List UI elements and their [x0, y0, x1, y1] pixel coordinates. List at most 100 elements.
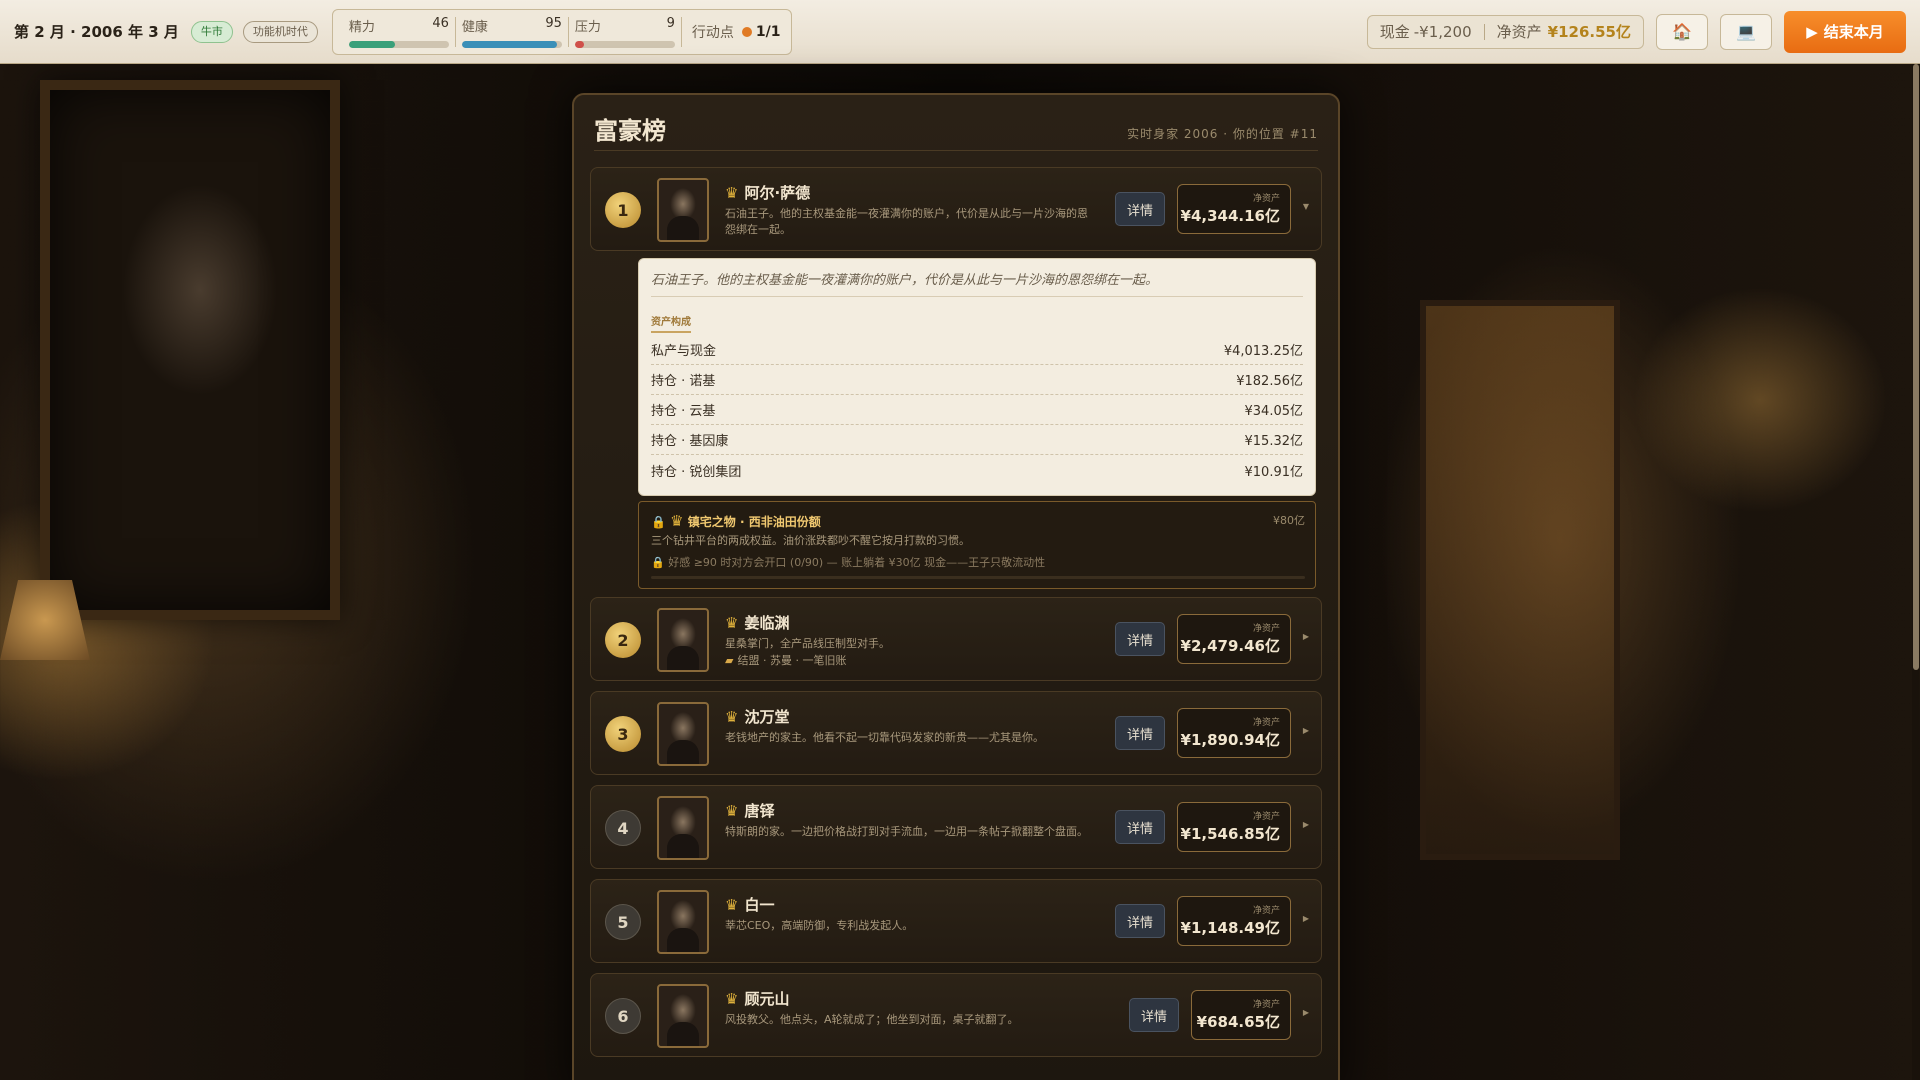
networth-box: 净资产 ¥684.65亿 — [1191, 990, 1291, 1040]
rich-list-row[interactable]: 4 ♛ 唐铎 特斯朗的家。一边把价格战打到对手流血，一边用一条帖子掀翻整个盘面。 … — [590, 785, 1322, 869]
end-month-button[interactable]: ▶ 结束本月 — [1784, 10, 1906, 53]
avatar — [657, 608, 709, 672]
divider — [1483, 23, 1485, 40]
asset-section-title: 资产构成 — [651, 313, 691, 333]
detail-button[interactable]: 详情 — [1115, 716, 1165, 750]
rich-list-row[interactable]: 6 ♛ 顾元山 风投教父。他点头，A轮就成了；他坐到对面，桌子就翻了。 详情 净资… — [590, 973, 1322, 1057]
person-description: 特斯朗的家。一边把价格战打到对手流血，一边用一条帖子掀翻整个盘面。 — [725, 825, 1088, 838]
name-line: ♛ 沈万堂 — [725, 706, 789, 727]
detail-button[interactable]: 详情 — [1115, 192, 1165, 226]
era-badge: 功能机时代 — [242, 20, 318, 43]
detail-quote: 石油王子。他的主权基金能一夜灌满你的账户，代价是从此与一片沙海的恩怨绑在一起。 — [651, 269, 1303, 297]
divider — [567, 16, 569, 47]
action-point-icon — [741, 26, 752, 37]
crown-icon: ♛ — [725, 801, 739, 820]
treasure-card: 🔒 ♛ 镇宅之物 · 西非油田份额 ¥80亿 三个钻井平台的两成权益。油价涨跌都… — [638, 501, 1316, 589]
computer-icon: 💻 — [1736, 22, 1756, 41]
chevron-right-icon[interactable]: ▶ — [1303, 914, 1309, 923]
detail-button[interactable]: 详情 — [1129, 998, 1179, 1032]
stat-label: 精力 — [348, 19, 375, 35]
networth-box-value: ¥684.65亿 — [1196, 1013, 1280, 1031]
lock-icon: 🔒 — [651, 515, 666, 529]
action-points-value: 1/1 — [755, 23, 781, 40]
person-description: 星桑掌门，全产品线压制型对手。 — [725, 637, 890, 650]
home-button[interactable]: 🏠 — [1656, 13, 1708, 50]
avatar — [657, 178, 709, 242]
rich-list-row[interactable]: 3 ♛ 沈万堂 老钱地产的家主。他看不起一切靠代码发家的新贵——尤其是你。 详情 … — [590, 691, 1322, 775]
panel-title: 富豪榜 — [594, 117, 666, 145]
asset-row: 持仓 · 云基 ¥34.05亿 — [651, 395, 1303, 425]
background-doorway — [1420, 300, 1620, 860]
person-name: 唐铎 — [744, 802, 775, 820]
person-description: 石油王子。他的主权基金能一夜灌满你的账户，代价是从此与一片沙海的恩怨绑在一起。 — [725, 207, 1088, 236]
treasure-title: 镇宅之物 · 西非油田份额 — [687, 515, 821, 529]
chevron-right-icon[interactable]: ▶ — [1303, 632, 1309, 641]
lock-icon: 🔒 — [651, 556, 665, 569]
networth-box-label: 净资产 — [1252, 624, 1280, 634]
stat-bar — [461, 40, 562, 48]
cash-label: 现金 — [1379, 23, 1410, 41]
networth-box: 净资产 ¥1,148.49亿 — [1177, 896, 1291, 946]
name-line: ♛ 白一 — [725, 894, 774, 915]
detail-button[interactable]: 详情 — [1115, 622, 1165, 656]
stat-value: 46 — [432, 15, 449, 31]
panel-header: 富豪榜 实时身家 2006 · 你的位置 #11 — [594, 111, 1318, 151]
computer-button[interactable]: 💻 — [1720, 13, 1772, 50]
stat-bar-fill — [574, 40, 584, 48]
rich-list-row[interactable]: 2 ♛ 姜临渊 星桑掌门，全产品线压制型对手。 ▰ 结盟 · 苏曼 · 一笔旧账 详… — [590, 597, 1322, 681]
rank-badge: 5 — [605, 904, 641, 940]
stat-label: 健康 — [461, 19, 488, 35]
asset-value: ¥34.05亿 — [1244, 404, 1304, 419]
chevron-right-icon[interactable]: ▶ — [1303, 820, 1309, 829]
name-line: ♛ 唐铎 — [725, 800, 774, 821]
rank-badge: 2 — [605, 622, 641, 658]
treasure-condition-line: 🔒 好感 ≥90 时对方会开口 (0/90) — 账上躺着 ¥30亿 现金——王… — [651, 554, 1045, 570]
person-name: 白一 — [744, 896, 775, 914]
person-name: 阿尔·萨德 — [744, 184, 811, 202]
player-stats: 精力 46 健康 95 压力 9 行动点 1/1 — [331, 8, 792, 55]
networth-box-value: ¥4,344.16亿 — [1180, 207, 1280, 225]
crown-icon: ♛ — [725, 989, 739, 1008]
person-description: 老钱地产的家主。他看不起一切靠代码发家的新贵——尤其是你。 — [725, 731, 1044, 744]
name-line: ♛ 阿尔·萨德 — [725, 182, 810, 203]
rich-list-row[interactable]: 1 ♛ 阿尔·萨德 石油王子。他的主权基金能一夜灌满你的账户，代价是从此与一片沙海… — [590, 167, 1322, 251]
stat-bar — [574, 40, 675, 48]
networth-box-label: 净资产 — [1252, 812, 1280, 822]
panel-subtitle: 实时身家 2006 · 你的位置 #11 — [1127, 127, 1318, 141]
asset-row: 持仓 · 诺基 ¥182.56亿 — [651, 365, 1303, 395]
asset-value: ¥182.56亿 — [1236, 374, 1303, 389]
asset-label: 持仓 · 云基 — [651, 404, 716, 419]
stat-bar-fill — [461, 40, 557, 48]
rank-badge: 4 — [605, 810, 641, 846]
detail-button[interactable]: 详情 — [1115, 904, 1165, 938]
asset-label: 持仓 · 基因康 — [651, 434, 729, 449]
person-description: 莘芯CEO，高端防御，专利战发起人。 — [725, 919, 914, 932]
avatar — [657, 984, 709, 1048]
networth-box-value: ¥1,890.94亿 — [1180, 731, 1280, 749]
avatar — [657, 796, 709, 860]
crown-icon: ♛ — [725, 895, 739, 914]
networth-label: 净资产 — [1496, 23, 1542, 41]
person-name: 沈万堂 — [744, 708, 790, 726]
detail-button[interactable]: 详情 — [1115, 810, 1165, 844]
chevron-right-icon[interactable]: ▶ — [1303, 1008, 1309, 1017]
asset-label: 私产与现金 — [651, 344, 717, 359]
person-name: 顾元山 — [744, 990, 790, 1008]
networth-box: 净资产 ¥2,479.46亿 — [1177, 614, 1291, 664]
relation-tag: ▰ 结盟 · 苏曼 · 一笔旧账 — [725, 652, 846, 668]
asset-row: 持仓 · 基因康 ¥15.32亿 — [651, 425, 1303, 455]
stat-label: 压力 — [574, 19, 601, 35]
chevron-right-icon[interactable]: ▶ — [1303, 726, 1309, 735]
chevron-down-icon[interactable]: ▼ — [1303, 202, 1309, 211]
rich-list-row[interactable]: 5 ♛ 白一 莘芯CEO，高端防御，专利战发起人。 详情 净资产 ¥1,148.49… — [590, 879, 1322, 963]
scrollbar-thumb[interactable] — [1913, 64, 1919, 670]
stat-value: 95 — [545, 15, 562, 31]
crown-icon: ♛ — [725, 613, 739, 632]
end-month-label: 结束本月 — [1823, 23, 1884, 41]
rank-badge: 3 — [605, 716, 641, 752]
crown-icon: ♛ — [670, 512, 684, 530]
asset-label: 持仓 · 锐创集团 — [651, 464, 742, 480]
treasure-value: ¥80亿 — [1273, 514, 1305, 527]
play-icon: ▶ — [1806, 22, 1818, 41]
top-status-bar: 第 2 月 · 2006 年 3 月 牛市 功能机时代 精力 46 健康 95 压力… — [0, 0, 1920, 64]
